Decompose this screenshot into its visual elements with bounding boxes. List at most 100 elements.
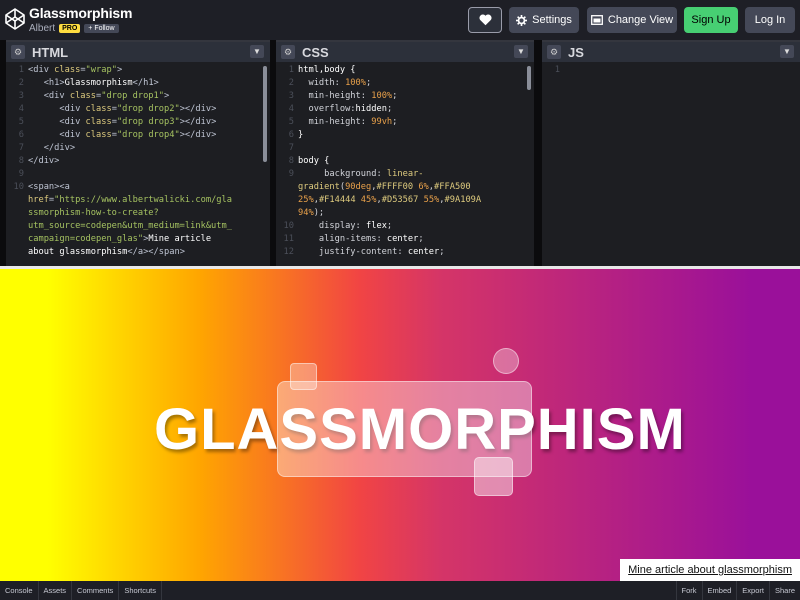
assets-button[interactable]: Assets (39, 581, 73, 600)
shortcuts-button[interactable]: Shortcuts (119, 581, 162, 600)
code-line[interactable]: 10 <span><a (6, 181, 270, 194)
css-pane: ⚙ CSS ▼ 1 html,body { 2 width: 100%; 3 min-… (276, 40, 534, 268)
comments-button[interactable]: Comments (72, 581, 120, 600)
line-number (276, 181, 298, 194)
code-line[interactable]: 4 overflow:hidden; (276, 103, 534, 116)
settings-label: Settings (532, 14, 572, 26)
code-line[interactable]: 5 <div class="drop drop3"></div> (6, 116, 270, 129)
code-line[interactable]: 2 width: 100%; (276, 77, 534, 90)
html-scrollbar[interactable] (263, 66, 267, 162)
code-line[interactable]: 8 body { (276, 155, 534, 168)
line-number: 12 (283, 247, 294, 257)
code-line[interactable]: 8 </div> (6, 155, 270, 168)
embed-button[interactable]: Embed (701, 581, 737, 600)
html-pane-header: ⚙ HTML ▼ (6, 40, 270, 62)
like-button[interactable] (468, 7, 502, 33)
chevron-down-icon[interactable]: ▼ (514, 45, 528, 58)
line-number (6, 207, 28, 220)
css-code-editor[interactable]: 1 html,body { 2 width: 100%; 3 min-height: … (276, 64, 534, 268)
layout-icon (590, 15, 603, 25)
code-text: html,body { (298, 65, 356, 75)
code-line[interactable]: href="https://www.albertwalicki.com/gla (6, 194, 270, 207)
code-text: utm_source=codepen&utm_medium=link&utm_ (28, 221, 232, 231)
code-line[interactable]: 7 (276, 142, 534, 155)
settings-button[interactable]: Settings (509, 7, 579, 33)
line-number: 1 (554, 65, 560, 75)
heart-icon (478, 14, 492, 26)
code-text: <span><a (28, 182, 70, 192)
codepen-logo-icon[interactable] (5, 8, 25, 30)
code-line[interactable]: 2 <h1>Glassmorphism</h1> (6, 77, 270, 90)
code-line[interactable]: 1 (542, 64, 800, 77)
html-code-editor[interactable]: 1 <div class="wrap"> 2 <h1>Glassmorphism</… (6, 64, 270, 268)
code-line[interactable]: 25%,#F14444 45%,#D53567 55%,#9A109A (276, 194, 534, 207)
fork-button[interactable]: Fork (675, 581, 702, 600)
share-button[interactable]: Share (768, 581, 800, 600)
change-view-button[interactable]: Change View (587, 7, 677, 33)
line-number: 8 (18, 156, 24, 166)
code-line[interactable]: 9 background: linear- (276, 168, 534, 181)
code-line[interactable]: 94%); (276, 207, 534, 220)
code-text: about glassmorphism</a></span> (28, 247, 185, 257)
line-number: 1 (288, 65, 294, 75)
code-line[interactable]: 11 align-items: center; (276, 233, 534, 246)
js-code-editor[interactable]: 1 (542, 64, 800, 268)
code-line[interactable]: 1 <div class="wrap"> (6, 64, 270, 77)
code-line[interactable]: 7 </div> (6, 142, 270, 155)
pen-title[interactable]: Glassmorphism (29, 5, 132, 21)
code-text: 94%); (298, 208, 325, 218)
code-line[interactable]: 1 html,body { (276, 64, 534, 77)
line-number: 4 (288, 104, 294, 114)
code-text: width: 100%; (298, 78, 372, 88)
code-text: justify-content: center; (298, 247, 445, 257)
code-line[interactable]: 12 justify-content: center; (276, 246, 534, 259)
line-number: 6 (288, 130, 294, 140)
change-view-label: Change View (607, 14, 674, 26)
code-line[interactable]: 9 (6, 168, 270, 181)
log-in-button[interactable]: Log In (745, 7, 795, 33)
line-number: 6 (18, 130, 24, 140)
code-line[interactable]: 10 display: flex; (276, 220, 534, 233)
code-line[interactable]: 5 min-height: 99vh; (276, 116, 534, 129)
code-line[interactable]: 3 <div class="drop drop1"> (6, 90, 270, 103)
follow-button[interactable]: + Follow (84, 24, 119, 33)
line-number (6, 194, 28, 207)
preview-resize-handle[interactable] (0, 266, 800, 269)
gear-icon[interactable]: ⚙ (11, 45, 25, 59)
html-pane: ⚙ HTML ▼ 1 <div class="wrap"> 2 <h1>Glassm… (6, 40, 270, 268)
code-text: <div class="drop drop1"> (28, 91, 170, 101)
css-scrollbar[interactable] (527, 66, 531, 90)
gear-icon[interactable]: ⚙ (281, 45, 295, 59)
code-line[interactable]: 4 <div class="drop drop2"></div> (6, 103, 270, 116)
chevron-down-icon[interactable]: ▼ (250, 45, 264, 58)
code-line[interactable]: 6} (276, 129, 534, 142)
line-number: 9 (288, 169, 294, 179)
gear-icon[interactable]: ⚙ (547, 45, 561, 59)
code-line[interactable]: utm_source=codepen&utm_medium=link&utm_ (6, 220, 270, 233)
line-number: 3 (288, 91, 294, 101)
line-number: 10 (13, 182, 24, 192)
css-pane-header: ⚙ CSS ▼ (276, 40, 534, 62)
js-pane: ⚙ JS ▼ 1 (542, 40, 800, 268)
code-line[interactable]: 3 min-height: 100%; (276, 90, 534, 103)
author-name[interactable]: Albert (29, 23, 55, 34)
console-button[interactable]: Console (0, 581, 39, 600)
article-link[interactable]: Mine article about glassmorphism (620, 559, 800, 581)
result-preview[interactable]: GLASSMORPHISM Mine article about glassmo… (0, 268, 800, 581)
pane-divider[interactable] (534, 40, 542, 268)
code-line[interactable]: gradient(90deg,#FFFF00 6%,#FFA500 (276, 181, 534, 194)
export-button[interactable]: Export (736, 581, 769, 600)
line-number: 5 (288, 117, 294, 127)
chevron-down-icon[interactable]: ▼ (780, 45, 794, 58)
code-line[interactable]: about glassmorphism</a></span> (6, 246, 270, 259)
code-line[interactable]: ssmorphism-how-to-create? (6, 207, 270, 220)
line-number: 11 (283, 234, 294, 244)
code-text: } (298, 130, 304, 140)
html-pane-title: HTML (32, 44, 69, 60)
line-number (6, 233, 28, 246)
code-line[interactable]: 6 <div class="drop drop4"></div> (6, 129, 270, 142)
sign-up-button[interactable]: Sign Up (684, 7, 738, 33)
code-text: display: flex; (298, 221, 393, 231)
code-line[interactable]: campaign=codepen_glas">Mine article (6, 233, 270, 246)
code-text: campaign=codepen_glas">Mine article (28, 234, 212, 244)
